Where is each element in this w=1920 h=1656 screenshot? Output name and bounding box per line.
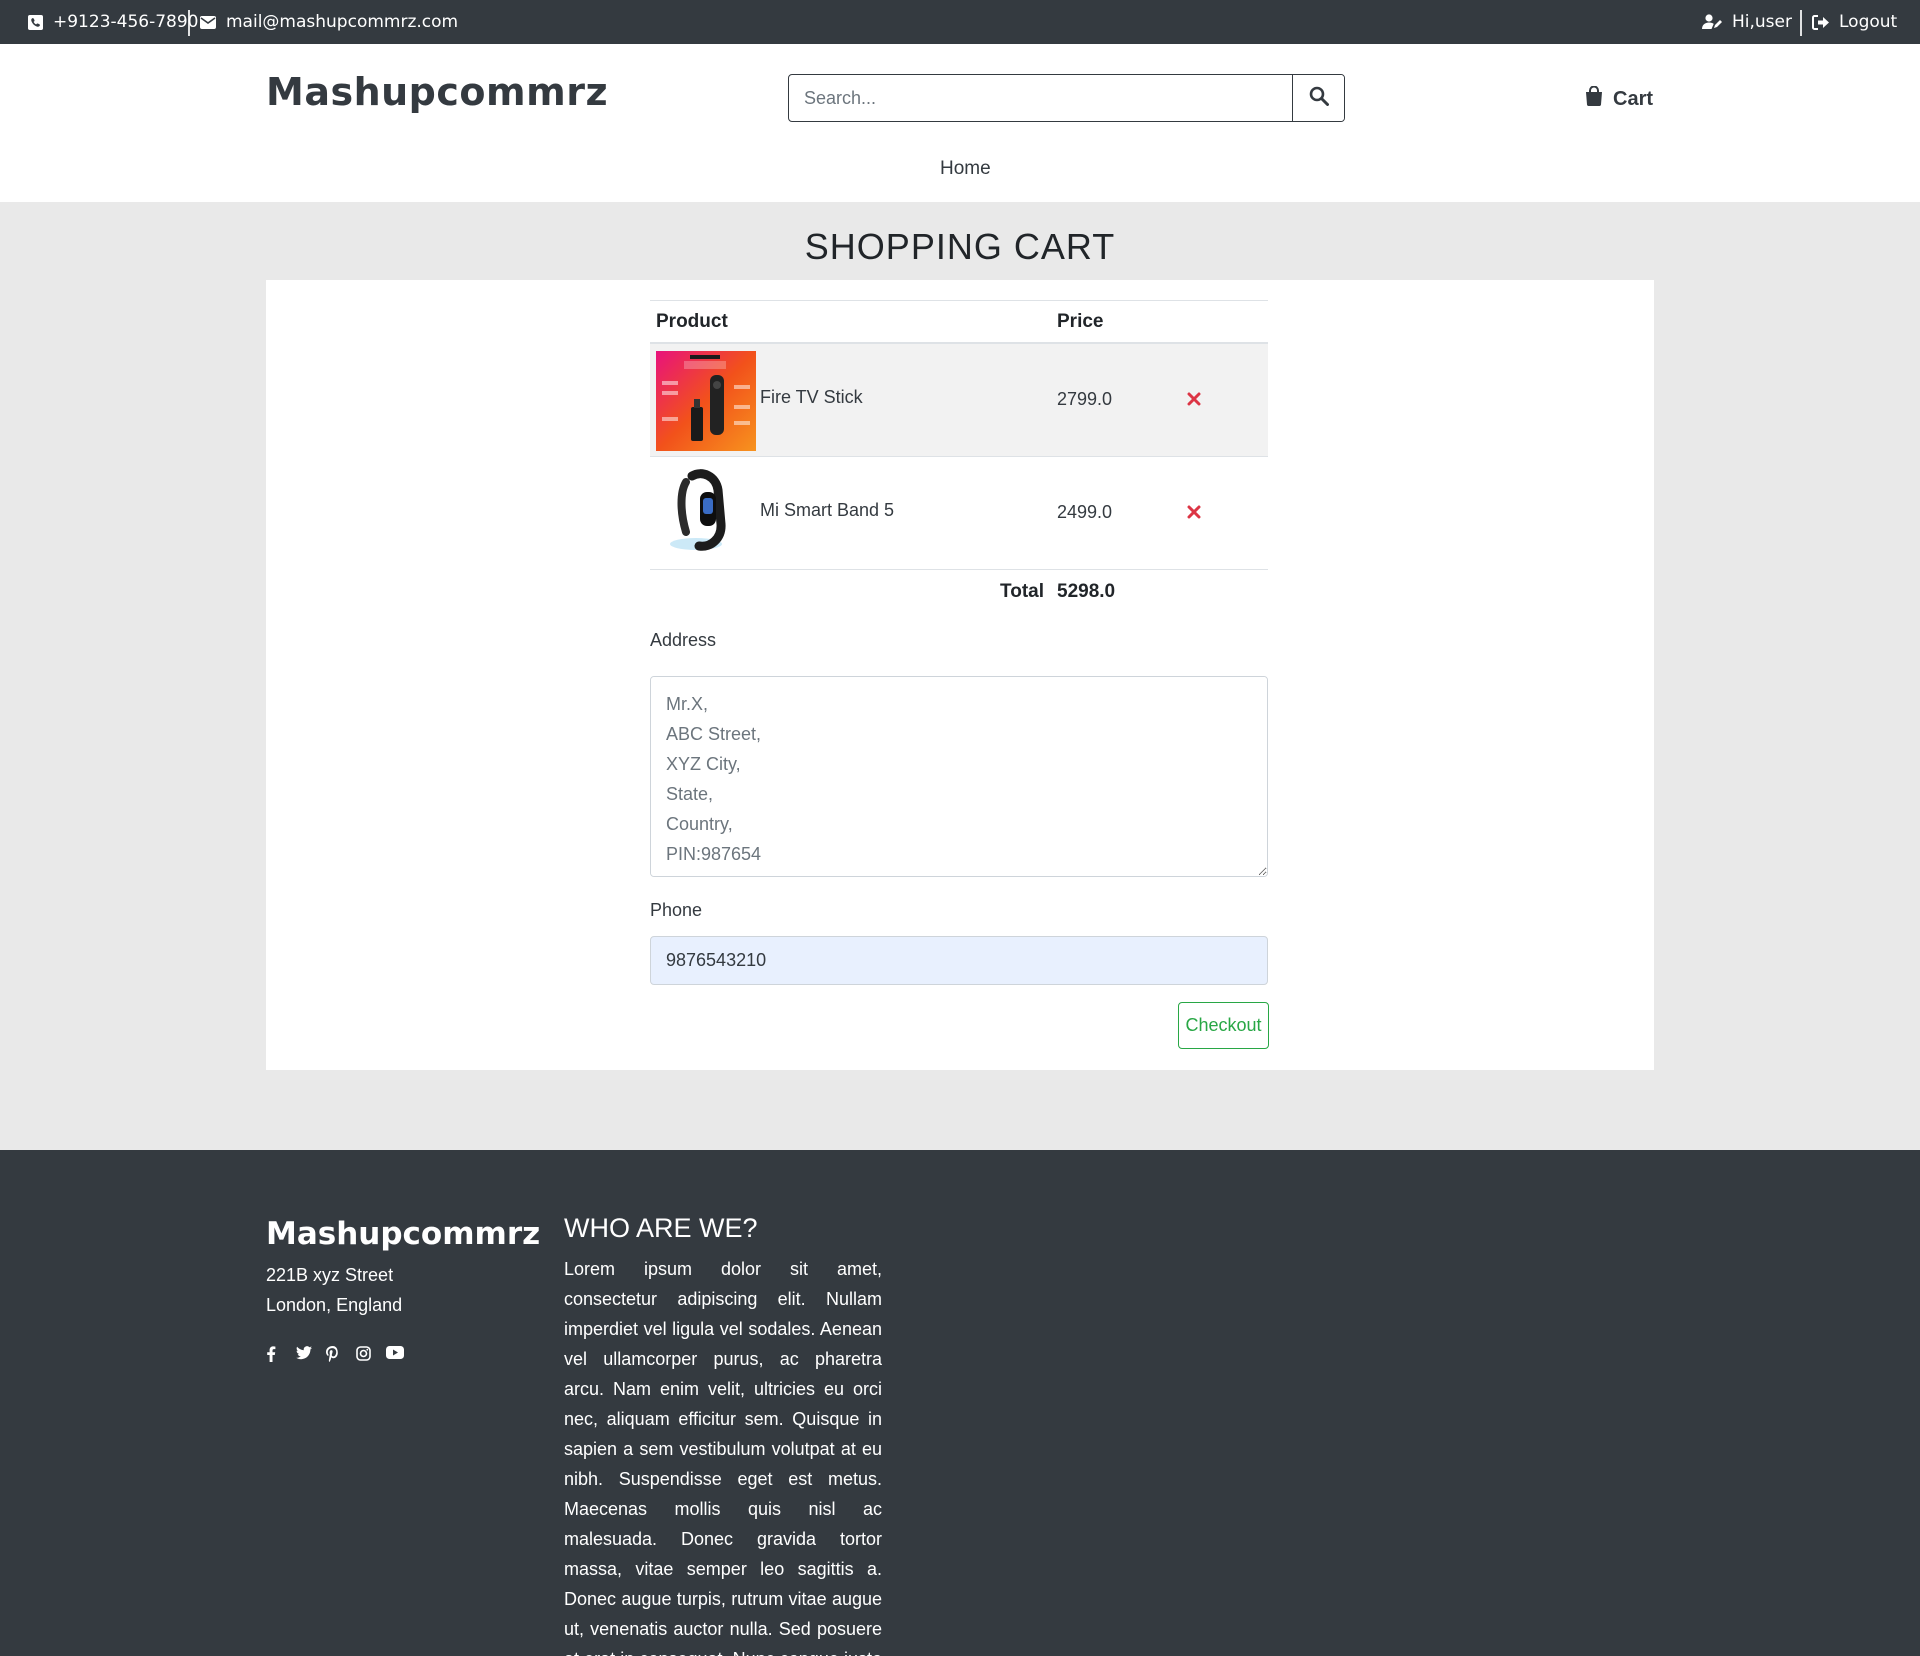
brand-logo[interactable]: Mashupcommrz [266, 70, 608, 114]
who-are-we-heading: WHO ARE WE? [564, 1213, 758, 1243]
twitter-icon[interactable] [296, 1346, 312, 1362]
product-price: 2799.0 [1057, 389, 1113, 409]
cart-label: Cart [1613, 87, 1654, 110]
product-image-mi-smart-band-5[interactable] [656, 464, 756, 564]
address-line: London, England [266, 1295, 403, 1315]
footer-address: 221B xyz Street London, England [266, 1260, 402, 1320]
shopping-bag-icon [1585, 85, 1603, 112]
search-button[interactable] [1292, 75, 1344, 121]
remove-item-button[interactable] [1183, 501, 1205, 523]
close-icon [1187, 392, 1201, 406]
who-are-we-text: Lorem ipsum dolor sit amet, consectetur … [564, 1259, 882, 1656]
search-icon [1309, 86, 1329, 111]
table-header: Product Price [650, 300, 1268, 344]
phone-label: Phone [650, 900, 703, 920]
email-contact[interactable]: mail@mashupcommrz.com [200, 0, 458, 44]
phone-field[interactable] [650, 936, 1268, 985]
product-name[interactable]: Fire TV Stick [760, 387, 863, 408]
product-price: 2499.0 [1057, 502, 1113, 522]
phone-contact[interactable]: +9123-456-7890 [28, 0, 199, 44]
greeting-text: Hi,user [1732, 12, 1792, 32]
product-name[interactable]: Mi Smart Band 5 [760, 500, 894, 521]
logout-link[interactable]: Logout [1812, 0, 1897, 44]
total-label: Total [1000, 581, 1044, 602]
envelope-icon [200, 15, 216, 29]
footer: Mashupcommrz 221B xyz Street London, Eng… [0, 1150, 1920, 1656]
cart-table: Product Price Fire TV Stick 2799.0 Mi Sm… [650, 300, 1268, 620]
footer-brand-logo[interactable]: Mashupcommrz [266, 1216, 540, 1252]
checkout-button[interactable]: Checkout [1178, 1002, 1269, 1049]
main-section: SHOPPING CART Product Price Fire TV Stic… [0, 202, 1920, 1150]
phone-icon [28, 14, 43, 30]
column-header-product: Product [656, 311, 728, 332]
search-input[interactable] [789, 75, 1292, 121]
address-field[interactable]: Mr.X, ABC Street, XYZ City, State, Count… [650, 676, 1268, 877]
remove-item-button[interactable] [1183, 388, 1205, 410]
social-links [266, 1346, 404, 1362]
top-bar: +9123-456-7890 mail@mashupcommrz.com Hi,… [0, 0, 1920, 44]
total-row: Total 5298.0 [650, 570, 1268, 620]
address-label: Address [650, 630, 717, 650]
user-edit-icon [1702, 14, 1722, 30]
product-image-fire-tv-stick[interactable] [656, 351, 756, 451]
sign-out-icon [1812, 14, 1829, 30]
cart-link[interactable]: Cart [1585, 85, 1654, 112]
pinterest-icon[interactable] [326, 1346, 342, 1362]
divider [1800, 10, 1802, 36]
search-form [788, 74, 1345, 122]
page-title: SHOPPING CART [804, 226, 1116, 267]
table-row: Mi Smart Band 5 2499.0 [650, 457, 1268, 570]
address-line: 221B xyz Street [266, 1265, 394, 1285]
table-row: Fire TV Stick 2799.0 [650, 344, 1268, 457]
email-address: mail@mashupcommrz.com [226, 12, 459, 32]
cart-panel: Product Price Fire TV Stick 2799.0 Mi Sm… [266, 280, 1654, 1070]
nav-home-link[interactable]: Home [940, 158, 991, 180]
column-header-price: Price [1057, 311, 1104, 332]
close-icon [1187, 505, 1201, 519]
user-menu[interactable]: Hi,user [1702, 0, 1792, 44]
logout-text: Logout [1839, 12, 1898, 32]
total-value: 5298.0 [1057, 581, 1116, 602]
facebook-icon[interactable] [266, 1346, 282, 1362]
youtube-icon[interactable] [386, 1346, 404, 1362]
divider [188, 10, 190, 36]
phone-number: +9123-456-7890 [53, 12, 199, 32]
instagram-icon[interactable] [356, 1346, 372, 1362]
checkout-form: Address Mr.X, ABC Street, XYZ City, Stat… [650, 630, 1268, 985]
